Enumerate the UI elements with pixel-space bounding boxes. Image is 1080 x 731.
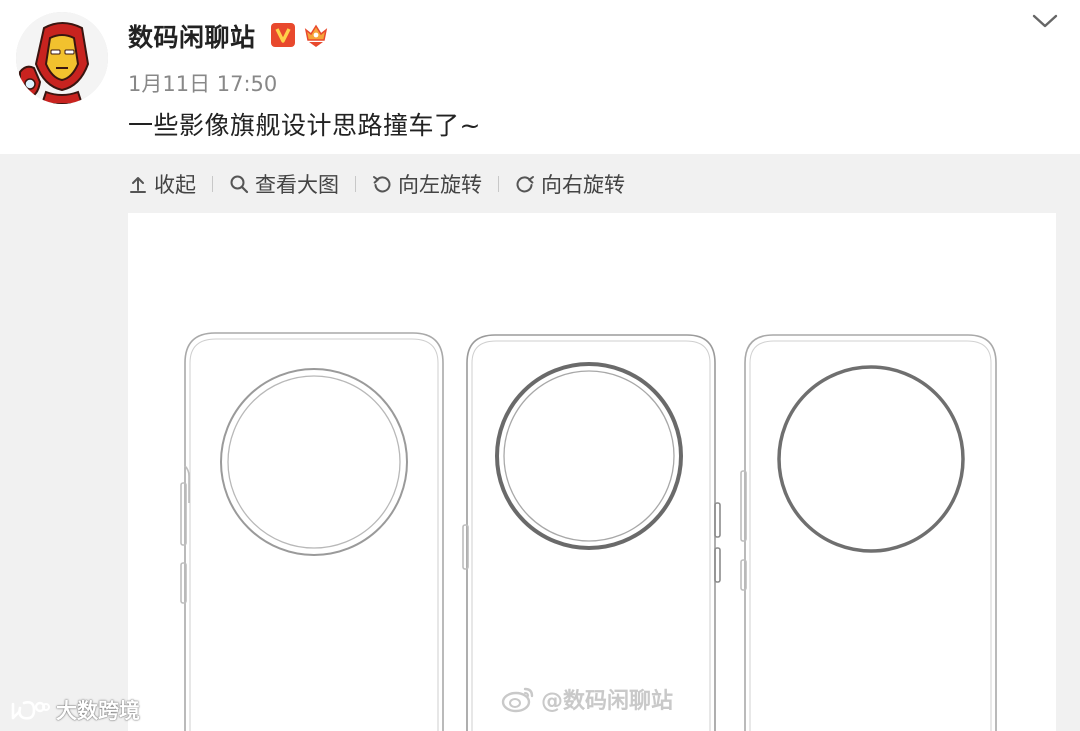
collapse-button[interactable]: 收起 bbox=[128, 169, 196, 199]
chevron-down-icon[interactable] bbox=[1028, 6, 1062, 36]
media-area: 收起 查看大图 向左旋转 向右旋转 @数码闲聊站 大数跨境 bbox=[0, 154, 1080, 731]
toolbar-divider bbox=[498, 176, 499, 192]
post-text: 一些影像旗舰设计思路撞车了~ bbox=[128, 111, 481, 140]
image-watermark: @数码闲聊站 bbox=[501, 683, 673, 715]
post-timestamp[interactable]: 1月11日 17:50 bbox=[128, 68, 277, 98]
vip-crown-badge-icon bbox=[303, 22, 329, 48]
rotate-left-label: 向左旋转 bbox=[398, 173, 482, 197]
weibo-logo-icon bbox=[501, 687, 534, 713]
collapse-up-icon bbox=[130, 177, 146, 193]
search-icon bbox=[230, 175, 249, 194]
rotate-left-icon bbox=[373, 176, 391, 193]
author-avatar[interactable] bbox=[16, 12, 108, 104]
image-toolbar: 收起 查看大图 向左旋转 向右旋转 bbox=[128, 168, 625, 200]
corner-logo-text: 大数跨境 bbox=[56, 699, 140, 723]
phone-sketch-3 bbox=[740, 334, 997, 731]
phone-sketch-1 bbox=[180, 332, 444, 731]
post-header: 数码闲聊站 1月11日 17:50 一些影像旗舰设计思路撞车了~ bbox=[0, 0, 1080, 154]
post-image[interactable]: @数码闲聊站 bbox=[128, 213, 1056, 731]
rotate-left-button[interactable]: 向左旋转 bbox=[372, 169, 482, 199]
phone-sketch-drawing bbox=[180, 332, 997, 731]
brand-logo-icon bbox=[11, 701, 50, 720]
rotate-right-icon bbox=[516, 176, 534, 193]
toolbar-divider bbox=[355, 176, 356, 192]
phone-sketch-2 bbox=[462, 334, 721, 731]
avatar-image bbox=[16, 12, 108, 104]
view-large-label: 查看大图 bbox=[255, 173, 339, 197]
verified-v-badge-icon bbox=[270, 22, 296, 48]
view-large-button[interactable]: 查看大图 bbox=[229, 169, 339, 199]
rotate-right-label: 向右旋转 bbox=[541, 173, 625, 197]
toolbar-divider bbox=[212, 176, 213, 192]
watermark-text: @数码闲聊站 bbox=[541, 689, 674, 714]
corner-logo: 大数跨境 bbox=[10, 695, 140, 725]
collapse-label: 收起 bbox=[154, 173, 196, 197]
author-name[interactable]: 数码闲聊站 bbox=[128, 18, 256, 54]
rotate-right-button[interactable]: 向右旋转 bbox=[515, 169, 625, 199]
